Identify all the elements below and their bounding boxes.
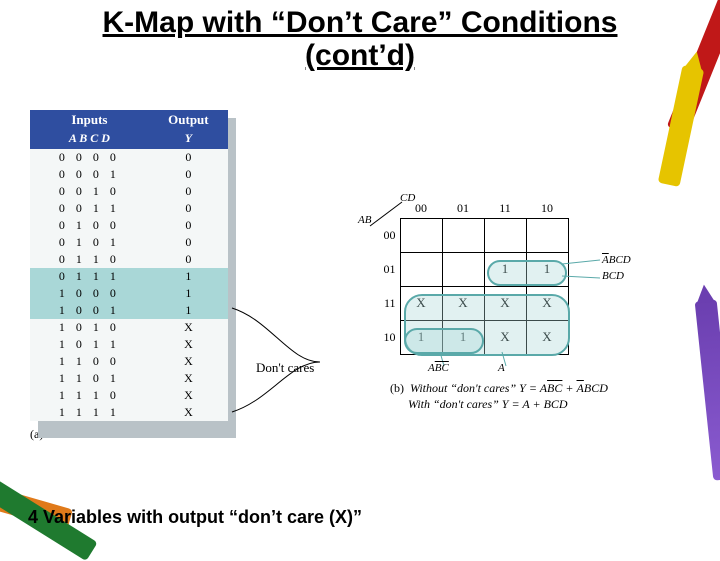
table-row: 1 1 1 0X (30, 387, 228, 404)
km-cell: 1 (400, 320, 442, 354)
km-cell (526, 218, 568, 252)
km-row-00: 00 (370, 218, 400, 252)
table-row: 1 1 0 0X (30, 353, 228, 370)
km-cell: 1 (442, 320, 484, 354)
km-cell: 1 (484, 252, 526, 286)
km-cell: 1 (526, 252, 568, 286)
km-row-11: 11 (370, 286, 400, 320)
table-row: 1 0 0 01 (30, 285, 228, 302)
footer-text: 4 Variables with output “don’t care (X)” (28, 507, 362, 528)
kmap-label-abcd: ABCD (602, 254, 631, 266)
kmap-label-bcd: BCD (602, 270, 624, 282)
table-row: 0 1 0 00 (30, 217, 228, 234)
table-row: 0 0 0 10 (30, 166, 228, 183)
table-row: 0 0 0 00 (30, 149, 228, 166)
table-row: 1 0 1 1X (30, 336, 228, 353)
km-cell (400, 252, 442, 286)
km-cell: X (526, 286, 568, 320)
kmap: 00 01 11 10 00011111XXXX1011XX (370, 200, 569, 355)
km-row-01: 01 (370, 252, 400, 286)
tt-head-inputs: Inputs (30, 110, 149, 130)
kmap-label-abc: ABC (428, 362, 449, 374)
table-row: 0 0 1 00 (30, 183, 228, 200)
table-row: 1 1 0 1X (30, 370, 228, 387)
km-col-11: 11 (484, 200, 526, 218)
title-line2: (cont’d) (305, 39, 415, 72)
km-col-01: 01 (442, 200, 484, 218)
table-row: 0 1 1 11 (30, 268, 228, 285)
slide-title: K-Map with “Don’t Care” Conditions (cont… (0, 0, 720, 74)
truth-table: Inputs Output A B C D Y 0 0 0 000 0 0 10… (30, 110, 244, 442)
table-row: 1 0 1 0X (30, 319, 228, 336)
km-cell: X (526, 320, 568, 354)
table-row: 1 1 1 1X (30, 404, 228, 421)
crayon-purple-icon (695, 299, 720, 480)
table-row: 0 1 0 10 (30, 234, 228, 251)
tt-sub-output: Y (149, 130, 228, 149)
tt-head-output: Output (149, 110, 228, 130)
km-col-00: 00 (400, 200, 442, 218)
dont-cares-label: Don't cares (256, 360, 314, 376)
km-row-10: 10 (370, 320, 400, 354)
crayon-yellow-icon (658, 65, 704, 187)
km-cell (442, 218, 484, 252)
table-row: 0 0 1 10 (30, 200, 228, 217)
tt-sub-inputs: A B C D (30, 130, 149, 149)
km-col-10: 10 (526, 200, 568, 218)
table-row: 0 1 1 00 (30, 251, 228, 268)
table-row: 1 0 0 11 (30, 302, 228, 319)
km-cell: X (484, 286, 526, 320)
title-line1: K-Map with “Don’t Care” Conditions (103, 6, 618, 39)
km-cell (442, 252, 484, 286)
km-cell (484, 218, 526, 252)
kmap-label-a: A (498, 362, 505, 374)
km-cell: X (442, 286, 484, 320)
km-cell (400, 218, 442, 252)
km-cell: X (400, 286, 442, 320)
km-cell: X (484, 320, 526, 354)
kmap-caption: (b) Without “don't cares” Y = ABC + ABCD… (390, 380, 608, 412)
